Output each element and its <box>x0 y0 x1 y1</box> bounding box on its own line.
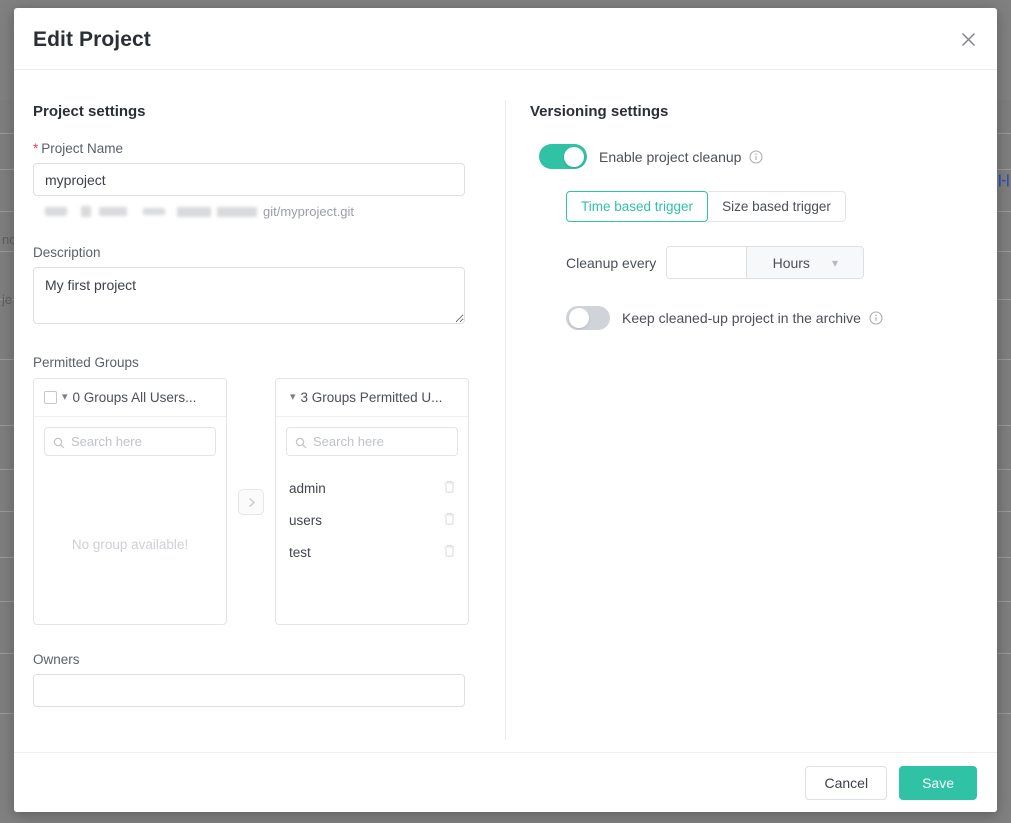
info-icon[interactable] <box>749 150 763 164</box>
tab-size-based-trigger[interactable]: Size based trigger <box>708 191 846 222</box>
close-icon[interactable] <box>955 26 981 52</box>
project-name-input[interactable] <box>33 163 465 196</box>
list-item[interactable]: admin <box>276 472 468 504</box>
available-groups-header-label: 0 Groups All Users... <box>73 390 197 405</box>
trash-icon[interactable] <box>443 544 456 561</box>
cleanup-interval-control: Hours ▾ <box>666 246 864 279</box>
versioning-settings-panel: Versioning settings Enable project clean… <box>530 70 980 330</box>
background-text-fragment: je <box>2 292 12 307</box>
available-groups-list: ▾ 0 Groups All Users... No group availab… <box>33 378 227 625</box>
chevron-right-icon[interactable] <box>238 489 264 515</box>
toggle-knob <box>564 147 584 167</box>
dialog-body: Project settings *Project Name git/mypro… <box>14 70 997 752</box>
available-search-wrap <box>34 417 226 466</box>
info-icon[interactable] <box>869 311 883 325</box>
description-input[interactable] <box>33 267 465 324</box>
page-title: Edit Project <box>33 28 151 52</box>
permitted-search-input[interactable] <box>286 427 458 456</box>
enable-cleanup-label-text: Enable project cleanup <box>599 149 741 165</box>
tab-time-based-trigger[interactable]: Time based trigger <box>566 191 708 222</box>
archive-toggle-row: Keep cleaned-up project in the archive <box>566 306 980 330</box>
owners-label: Owners <box>33 652 485 667</box>
permitted-group-items: admin users <box>276 466 468 568</box>
trash-icon[interactable] <box>443 512 456 529</box>
project-name-label: *Project Name <box>33 141 485 156</box>
keep-archive-toggle[interactable] <box>566 306 610 330</box>
list-item[interactable]: users <box>276 504 468 536</box>
enable-cleanup-toggle[interactable] <box>539 144 587 169</box>
redacted-block <box>99 207 127 216</box>
project-name-label-text: Project Name <box>41 141 123 156</box>
cleanup-unit-select[interactable]: Hours ▾ <box>746 247 863 278</box>
description-label: Description <box>33 245 485 260</box>
redacted-block <box>177 207 211 217</box>
panel-divider <box>505 100 506 740</box>
trigger-type-tabs: Time based trigger Size based trigger <box>566 191 846 222</box>
cancel-button[interactable]: Cancel <box>805 766 887 800</box>
background-link-fragment[interactable]: |-| <box>998 172 1010 187</box>
group-name: admin <box>289 481 326 496</box>
edit-project-dialog: Edit Project Project settings *Project N… <box>14 8 997 812</box>
project-settings-heading: Project settings <box>33 103 485 120</box>
owners-input[interactable] <box>33 674 465 707</box>
select-all-checkbox[interactable] <box>44 391 57 404</box>
redacted-block <box>45 207 67 216</box>
permitted-groups-header-label: 3 Groups Permitted U... <box>301 390 443 405</box>
redacted-block <box>81 206 91 217</box>
enable-cleanup-row: Enable project cleanup <box>539 144 980 169</box>
permitted-groups-list: ▾ 3 Groups Permitted U... admin <box>275 378 469 625</box>
keep-archive-label: Keep cleaned-up project in the archive <box>622 310 883 326</box>
enable-cleanup-label: Enable project cleanup <box>599 149 763 165</box>
permitted-groups-header[interactable]: ▾ 3 Groups Permitted U... <box>276 379 468 417</box>
dual-list-transfer: ▾ 0 Groups All Users... No group availab… <box>33 378 485 625</box>
redacted-block <box>217 207 257 217</box>
toggle-knob <box>569 308 589 328</box>
required-marker: * <box>33 141 38 156</box>
clone-url-suffix: git/myproject.git <box>263 204 354 219</box>
group-name: users <box>289 513 322 528</box>
cleanup-interval-row: Cleanup every Hours ▾ <box>566 246 980 279</box>
chevron-down-icon[interactable]: ▾ <box>290 392 296 403</box>
dialog-header: Edit Project <box>14 8 997 70</box>
save-button[interactable]: Save <box>899 766 977 800</box>
available-search-input[interactable] <box>44 427 216 456</box>
list-item[interactable]: test <box>276 536 468 568</box>
cleanup-unit-value: Hours <box>773 255 810 271</box>
available-empty-message: No group available! <box>34 537 226 552</box>
versioning-settings-heading: Versioning settings <box>530 103 980 120</box>
redacted-block <box>143 208 165 215</box>
permitted-search-wrap <box>276 417 468 466</box>
available-groups-header[interactable]: ▾ 0 Groups All Users... <box>34 379 226 417</box>
dialog-footer: Cancel Save <box>14 752 997 812</box>
clone-url-hint: git/myproject.git <box>45 204 485 219</box>
chevron-down-icon: ▾ <box>832 257 838 269</box>
cleanup-every-label: Cleanup every <box>566 255 656 271</box>
permitted-groups-label: Permitted Groups <box>33 355 485 370</box>
project-settings-panel: Project settings *Project Name git/mypro… <box>33 70 485 707</box>
group-name: test <box>289 545 311 560</box>
trash-icon[interactable] <box>443 480 456 497</box>
keep-archive-label-text: Keep cleaned-up project in the archive <box>622 310 861 326</box>
cleanup-every-input[interactable] <box>667 247 746 278</box>
chevron-down-icon[interactable]: ▾ <box>62 392 68 403</box>
